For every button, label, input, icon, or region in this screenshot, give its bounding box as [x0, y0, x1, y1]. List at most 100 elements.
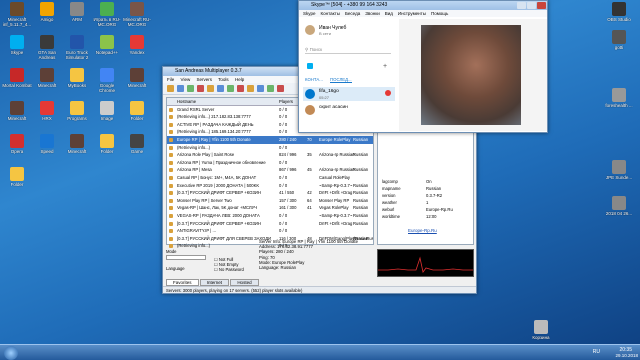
server-language: Russian	[353, 136, 369, 142]
menu-help[interactable]: Help	[235, 77, 244, 82]
col-hostname[interactable]: Hostname	[177, 98, 196, 105]
toolbar-button[interactable]	[217, 85, 224, 92]
search-input[interactable]: ⚲ Поиск	[305, 47, 391, 54]
skype-menu-item[interactable]: Контакты	[321, 11, 340, 16]
tab-internet[interactable]: Internet	[199, 279, 230, 286]
contact-item[interactable]: fifa_16go 05:27	[303, 87, 395, 101]
col-players[interactable]: Players	[279, 98, 293, 105]
skype-menu-item[interactable]: Беседа	[345, 11, 360, 16]
table-row[interactable]: Executive RP 2019 | 2000 ДОНАТА | 500KK 0…	[167, 182, 373, 190]
taskbar-lang[interactable]: RU	[593, 349, 600, 355]
table-row[interactable]: [0.3.7] РУССКИЙ ДРИФТ СЕРВЕР +КОЗИН 0 / 0…	[167, 220, 373, 228]
tab-favorites[interactable]: Favorites	[166, 279, 199, 286]
table-row[interactable]: VEGAS-RP | РАЗДАЧА ЛЕВ: 2000 ДОНАТА 0 / 0…	[167, 212, 373, 220]
desktop-icon[interactable]: Opera	[2, 134, 32, 154]
table-row[interactable]: Arizona Role Play | Saint Rose 824 / 996 3…	[167, 151, 373, 159]
desktop-icon[interactable]: Minecraft	[32, 68, 62, 88]
server-players: 824 / 996	[279, 152, 297, 158]
taskbar-date[interactable]: 29.10.2018	[615, 353, 638, 358]
table-row[interactable]: Europe RP | Ray | Yfin 1100 5th Donate 28…	[167, 135, 373, 144]
table-row[interactable]: Vegas-RP | Шанс, Лак, 5K донат +МСЛУЧ 161…	[167, 204, 373, 212]
table-row[interactable]: (Retrieving info...) 0 / 0	[167, 144, 373, 152]
contact-item[interactable]: скрит асасин	[303, 103, 395, 117]
filter-mode-input[interactable]	[166, 255, 206, 260]
server-ping: 45	[307, 167, 312, 173]
toolbar-button[interactable]	[187, 85, 194, 92]
desktop-icon[interactable]: HRX	[32, 101, 62, 121]
menu-file[interactable]: File	[167, 77, 174, 82]
table-row[interactable]: Casual RP | Бонус: 1M+, M4A, 5K ДОНАТ 0 /…	[167, 174, 373, 182]
desktop-icon[interactable]: Minecraft	[122, 68, 152, 88]
avatar[interactable]	[305, 25, 315, 35]
skype-menu-item[interactable]: Инструменты	[398, 11, 426, 16]
desktop-icon[interactable]: Yandex	[122, 35, 152, 55]
skype-close-button[interactable]	[537, 2, 546, 9]
desktop-icon[interactable]: Minecraft	[62, 134, 92, 154]
rule-name: weather	[382, 200, 397, 205]
toolbar-button[interactable]	[177, 85, 184, 92]
desktop-icon[interactable]: OBS Studio	[604, 2, 634, 22]
start-button[interactable]	[4, 346, 18, 360]
desktop-icon[interactable]: Folder	[92, 134, 122, 154]
desktop-icon[interactable]: Играть в RU-MC.ORG	[92, 2, 122, 27]
desktop-icon[interactable]: Skype	[2, 35, 32, 55]
tab-contacts[interactable]: КОНТА...	[305, 77, 323, 82]
table-row[interactable]: Monser Play RP | Server Two 157 / 300 64 Mo…	[167, 197, 373, 205]
table-row[interactable]: Arizona RP | Mesa 867 / 996 45 Arizona-rp R…	[167, 166, 373, 174]
desktop-icon[interactable]: Folder	[122, 101, 152, 121]
toolbar-button[interactable]	[237, 85, 244, 92]
table-row[interactable]: [0.3.7] РУССКИЙ ДРИФТ СЕРВЕР +КОЗИН 41 / …	[167, 189, 373, 197]
desktop-icon[interactable]: ARM	[62, 2, 92, 22]
desktop-icon[interactable]: Minecraft RU-MC.ORG	[122, 2, 152, 27]
desktop-icon[interactable]: Euro Truck Simulator 2	[62, 35, 92, 60]
desktop-icon[interactable]: Folder	[2, 167, 32, 187]
toolbar-button[interactable]	[257, 85, 264, 92]
desktop-icon[interactable]: Game	[122, 134, 152, 154]
toolbar-button[interactable]	[167, 85, 174, 92]
menu-servers[interactable]: Servers	[196, 77, 212, 82]
toolbar-button[interactable]	[227, 85, 234, 92]
desktop-icon[interactable]: Minecraft	[2, 101, 32, 121]
desktop-icon[interactable]: Amigo	[32, 2, 62, 22]
desktop-icon[interactable]: Корзина	[526, 320, 556, 340]
home-icon[interactable]	[307, 63, 313, 69]
menu-view[interactable]: View	[181, 77, 191, 82]
table-row[interactable]: ANTIGRAVITY.IP | ... 0 / 0	[167, 227, 373, 235]
table-row[interactable]: Arizona RP | Yuma | Праздничное обновлен…	[167, 159, 373, 167]
desktop-icon[interactable]: Notepad++	[92, 35, 122, 55]
toolbar-button[interactable]	[207, 85, 214, 92]
filter-no-password[interactable]: ☐ No Password	[214, 267, 244, 272]
desktop-icon[interactable]: 2018 04 26...	[604, 196, 634, 216]
desktop-icon[interactable]: Programs	[62, 101, 92, 121]
desktop-icon[interactable]: GTA San Andreas	[32, 35, 62, 60]
server-players: 0 / 0	[279, 228, 288, 234]
desktop-icon[interactable]: Speed	[32, 134, 62, 154]
server-lock-icon	[169, 122, 173, 127]
desktop-icon[interactable]: gotti	[604, 30, 634, 50]
tab-recent[interactable]: ПОСЛЕД...	[330, 77, 352, 83]
toolbar-button[interactable]	[267, 85, 274, 92]
desktop-icon[interactable]: Google Chrome	[92, 68, 122, 93]
desktop-icon[interactable]: Mortal Kombat	[2, 68, 32, 88]
skype-menu-item[interactable]: Помощь	[431, 11, 448, 16]
toolbar-button[interactable]	[197, 85, 204, 92]
toolbar-button[interactable]	[247, 85, 254, 92]
desktop-icon[interactable]: Minecraft inf_5.11.7_4...	[2, 2, 32, 27]
tab-hosted[interactable]: Hosted	[230, 279, 259, 286]
app-icon	[100, 68, 114, 82]
desktop-icon[interactable]: JPE Sunde...	[604, 160, 634, 180]
skype-menu-item[interactable]: Вид	[385, 11, 393, 16]
skype-maximize-button[interactable]	[527, 2, 536, 9]
server-players: 161 / 300	[279, 205, 297, 211]
desktop-icon[interactable]: MyBooks	[62, 68, 92, 88]
skype-menu-item[interactable]: Skype	[303, 11, 316, 16]
menu-tools[interactable]: Tools	[218, 77, 229, 82]
desktop-icon[interactable]: foreshealth ...	[604, 88, 634, 108]
toolbar-button[interactable]	[277, 85, 284, 92]
desktop-icon[interactable]: Image	[92, 101, 122, 121]
skype-menu-item[interactable]: Звонки	[365, 11, 380, 16]
add-contact-icon[interactable]: +	[383, 63, 387, 70]
server-players: 280 / 240	[279, 136, 297, 142]
weburl-link[interactable]: Europe-Rp.Ru	[408, 228, 437, 233]
skype-minimize-button[interactable]	[517, 2, 526, 9]
